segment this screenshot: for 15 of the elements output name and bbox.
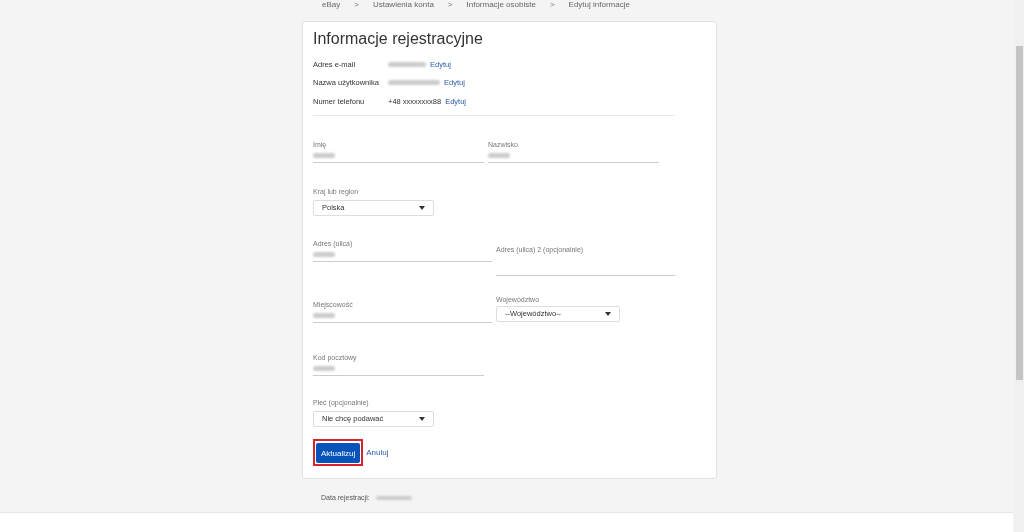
breadcrumb-link[interactable]: Informacje osobiste: [466, 1, 536, 11]
breadcrumb-separator: >: [447, 1, 453, 11]
cancel-link[interactable]: Anuluj: [366, 447, 389, 457]
breadcrumb-separator: >: [549, 1, 555, 11]
caret-icon: [419, 416, 425, 421]
scrollbar-thumb[interactable]: [1016, 46, 1023, 380]
breadcrumb-link[interactable]: Edytuj informacje: [568, 1, 630, 11]
update-button[interactable]: Aktualizuj: [316, 443, 361, 463]
breadcrumb-separator: >: [354, 1, 359, 11]
caret-icon: [605, 311, 611, 316]
caret-icon: [419, 205, 425, 210]
breadcrumb-link[interactable]: Ustawienia konta: [372, 1, 434, 11]
section-title: Informacje rejestracyjne: [313, 30, 484, 48]
breadcrumb-link[interactable]: eBay: [322, 1, 341, 11]
scrollbar[interactable]: [1014, 0, 1024, 532]
